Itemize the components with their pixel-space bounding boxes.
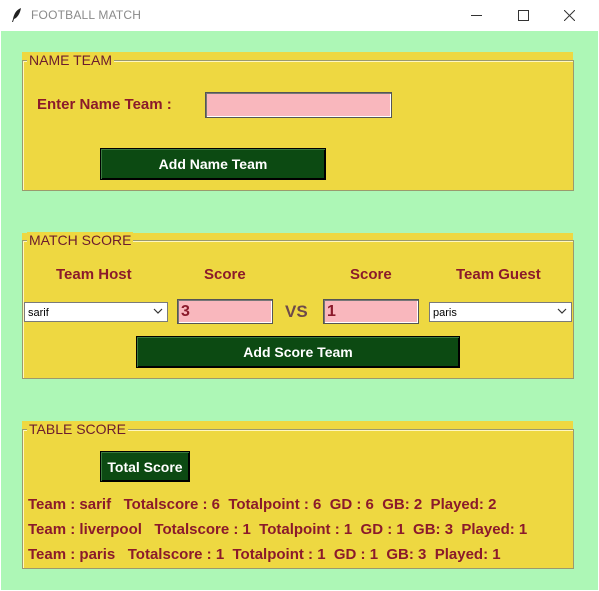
chevron-down-icon [153,308,163,314]
close-button[interactable] [546,0,592,31]
host-team-combobox[interactable]: sarif [24,302,168,322]
maximize-button[interactable] [500,0,546,31]
table-score-legend: TABLE SCORE [27,421,128,437]
maximize-icon [517,10,529,21]
total-score-button[interactable]: Total Score [100,451,190,482]
team-guest-header: Team Guest [456,266,541,283]
vs-label: VS [285,302,308,321]
window-client-area: NAME TEAM Enter Name Team : Add Name Tea… [1,31,598,590]
title-bar: FOOTBALL MATCH [0,0,599,31]
minimize-button[interactable] [453,0,499,31]
close-icon [563,10,575,21]
host-score-header: Score [204,266,246,283]
guest-team-combobox[interactable]: paris [429,302,572,322]
host-team-value: sarif [28,307,49,319]
feather-icon [12,8,21,22]
chevron-down-icon [557,308,567,314]
add-score-team-button[interactable]: Add Score Team [136,336,460,368]
guest-score-input[interactable] [323,299,419,324]
team-host-header: Team Host [56,266,132,283]
score-row-liverpool: Team : liverpool Totalscore : 1 Totalpoi… [28,521,528,538]
name-team-legend: NAME TEAM [27,52,114,68]
match-score-legend: MATCH SCORE [27,232,134,248]
guest-team-value: paris [433,307,457,319]
score-row-sarif: Team : sarif Totalscore : 6 Totalpoint :… [28,496,497,513]
enter-name-label: Enter Name Team : [37,96,172,113]
window-title: FOOTBALL MATCH [31,8,142,22]
score-row-paris: Team : paris Totalscore : 1 Totalpoint :… [28,546,501,563]
host-score-input[interactable] [177,299,273,324]
minimize-icon [470,15,482,16]
guest-score-header: Score [350,266,392,283]
team-name-input[interactable] [205,92,392,118]
add-name-team-button[interactable]: Add Name Team [100,148,326,180]
